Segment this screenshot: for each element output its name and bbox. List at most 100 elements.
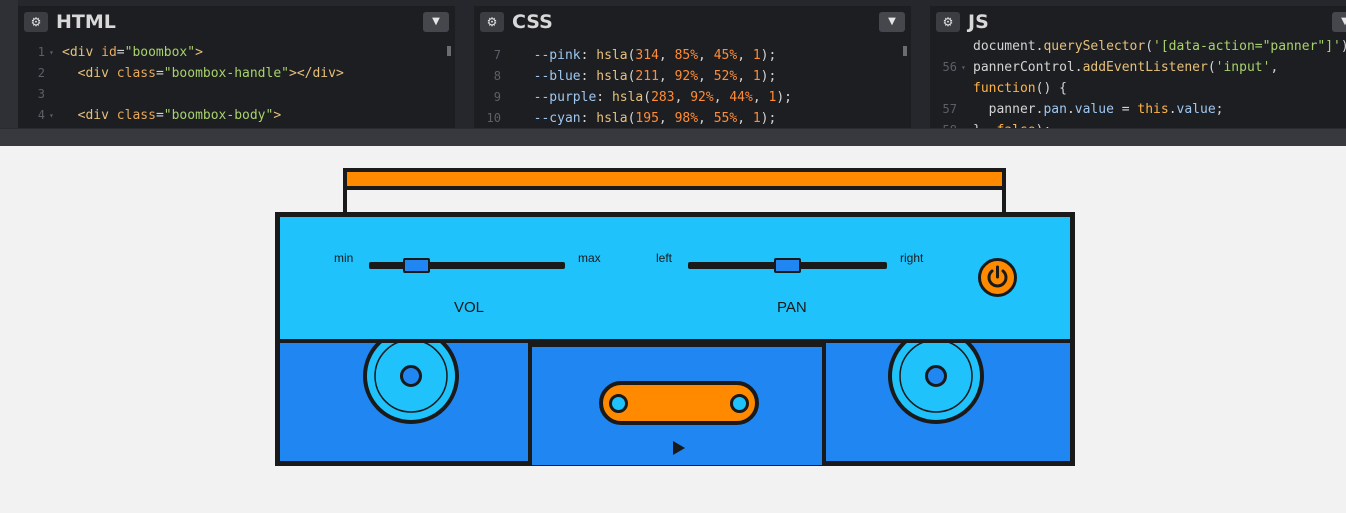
code-token: ;	[1215, 102, 1224, 117]
line-number: 10	[486, 111, 501, 125]
code-line[interactable]: 8 --blue: hsla(211, 92%, 52%, 1);	[474, 66, 911, 87]
code-token: <div	[77, 66, 117, 81]
code-text: --blue: hsla(211, 92%, 52%, 1);	[518, 66, 777, 87]
code-token: :	[596, 90, 612, 105]
code-line[interactable]: document.querySelector('[data-action="pa…	[930, 36, 1346, 57]
code-token: <div	[62, 45, 102, 60]
code-text: document.querySelector('[data-action="pa…	[973, 36, 1346, 57]
code-token: document.	[973, 39, 1044, 54]
line-number: 9	[493, 90, 501, 104]
code-token: pan	[1043, 102, 1067, 117]
code-token: ,	[737, 69, 753, 84]
css-settings-gear-icon[interactable]: ⚙	[480, 12, 504, 32]
pan-left-label: left	[656, 251, 673, 265]
css-pane-header: ⚙ CSS ▼	[474, 6, 911, 40]
fold-arrow-icon[interactable]: ▾	[961, 57, 966, 78]
js-pane-header: ⚙ JS ▼	[930, 6, 1346, 40]
css-code-body[interactable]: 7 --pink: hsla(314, 85%, 45%, 1); 8 --blu…	[474, 42, 911, 128]
pan-slider-thumb[interactable]	[774, 258, 801, 273]
code-token: 52%	[713, 69, 738, 84]
code-line[interactable]: 7 --pink: hsla(314, 85%, 45%, 1);	[474, 45, 911, 66]
code-line[interactable]: 58}, false);	[930, 120, 1346, 128]
code-token: ,	[698, 111, 714, 126]
line-number: 2	[37, 66, 45, 80]
code-line[interactable]: 1 ▾ <div id="boombox">	[18, 42, 455, 63]
code-token: "boombox-body"	[163, 108, 274, 123]
code-token: ,	[698, 48, 714, 63]
code-token: hsla	[611, 90, 644, 105]
volume-slider-thumb[interactable]	[402, 258, 430, 273]
js-editor-pane[interactable]: ⚙ JS ▼ document.querySelector('[data-act…	[930, 6, 1346, 128]
code-line[interactable]: 3	[18, 84, 455, 105]
editor-left-gutter	[0, 0, 18, 128]
code-token: pannerControl.	[973, 60, 1083, 75]
js-code-body[interactable]: document.querySelector('[data-action="pa…	[930, 39, 1346, 128]
editor-resize-bar[interactable]	[0, 128, 1346, 146]
css-scrollbar[interactable]	[903, 46, 907, 56]
code-token: panner.	[973, 102, 1044, 117]
code-token: value	[1176, 102, 1216, 117]
volume-slider-track[interactable]	[369, 262, 565, 269]
code-token: hsla	[596, 48, 628, 63]
css-collapse-chevron-down-icon[interactable]: ▼	[879, 12, 905, 32]
code-token: id	[101, 45, 117, 60]
line-number: 58	[930, 120, 957, 128]
code-editor: ⚙ HTML ▼ 1 ▾ <div id="boombox"> 2 <div clas…	[0, 0, 1346, 146]
html-pane-header: ⚙ HTML ▼	[18, 6, 455, 40]
code-line[interactable]: 9 --purple: hsla(283, 92%, 44%, 1);	[474, 87, 911, 108]
volume-min-label: min	[334, 251, 354, 265]
volume-label: VOL	[454, 299, 485, 316]
code-text: <div class="boombox-body">	[62, 105, 282, 126]
power-button[interactable]	[978, 258, 1017, 297]
cassette-reel-hole-right	[730, 394, 749, 413]
code-line[interactable]: 57 panner.pan.value = this.value;	[930, 99, 1346, 120]
js-pane-title: JS	[968, 11, 989, 33]
code-token: --blue	[533, 69, 581, 84]
line-number: 7	[493, 48, 501, 62]
code-text: --purple: hsla(283, 92%, 44%, 1);	[518, 87, 792, 108]
css-editor-pane[interactable]: ⚙ CSS ▼ 7 --pink: hsla(314, 85%, 45%, 1)…	[474, 6, 911, 128]
js-collapse-chevron-down-icon[interactable]: ▼	[1332, 12, 1346, 32]
code-token: (	[1207, 60, 1216, 75]
html-settings-gear-icon[interactable]: ⚙	[24, 12, 48, 32]
code-token: :	[580, 48, 597, 63]
code-line[interactable]: 10 --cyan: hsla(195, 98%, 55%, 1);	[474, 108, 911, 128]
line-number: 8	[493, 69, 501, 83]
code-token: 1	[752, 111, 761, 126]
html-scrollbar[interactable]	[447, 46, 451, 56]
code-line[interactable]: 56 ▾ pannerControl.addEventListener('input…	[930, 57, 1346, 78]
fold-arrow-icon[interactable]: ▾	[49, 42, 54, 63]
boombox-body: min max VOL left right PAN	[275, 212, 1075, 466]
code-token: ,	[658, 48, 675, 63]
code-token: 45%	[713, 48, 738, 63]
play-icon[interactable]	[673, 441, 685, 455]
html-pane-title: HTML	[56, 11, 116, 33]
code-token: ,	[713, 90, 730, 105]
html-collapse-chevron-down-icon[interactable]: ▼	[423, 12, 449, 32]
fold-arrow-icon[interactable]: ▾	[49, 105, 54, 126]
code-token: () {	[1035, 81, 1067, 96]
code-token: ,	[737, 111, 753, 126]
code-token: function	[973, 81, 1036, 96]
code-line[interactable]: function() {	[930, 78, 1346, 99]
js-settings-gear-icon[interactable]: ⚙	[936, 12, 960, 32]
code-token: ,	[674, 90, 691, 105]
line-number: 4	[37, 108, 45, 122]
code-token: class	[116, 108, 156, 123]
code-line[interactable]: 4 ▾ <div class="boombox-body">	[18, 105, 455, 126]
html-code-body[interactable]: 1 ▾ <div id="boombox"> 2 <div class="boombo…	[18, 42, 455, 128]
code-line[interactable]: 2 <div class="boombox-handle"></div>	[18, 63, 455, 84]
code-text: <div class="boombox-handle"></div>	[62, 63, 344, 84]
code-token: .	[1168, 102, 1177, 117]
code-token: <div	[77, 108, 117, 123]
code-text: <div id="boombox">	[62, 42, 203, 63]
code-token: );	[760, 69, 777, 84]
cassette-door	[528, 343, 826, 465]
html-editor-pane[interactable]: ⚙ HTML ▼ 1 ▾ <div id="boombox"> 2 <div clas…	[18, 6, 455, 128]
code-text: panner.pan.value = this.value;	[973, 99, 1224, 120]
power-icon	[987, 265, 1008, 288]
code-token: ></div>	[289, 66, 344, 81]
